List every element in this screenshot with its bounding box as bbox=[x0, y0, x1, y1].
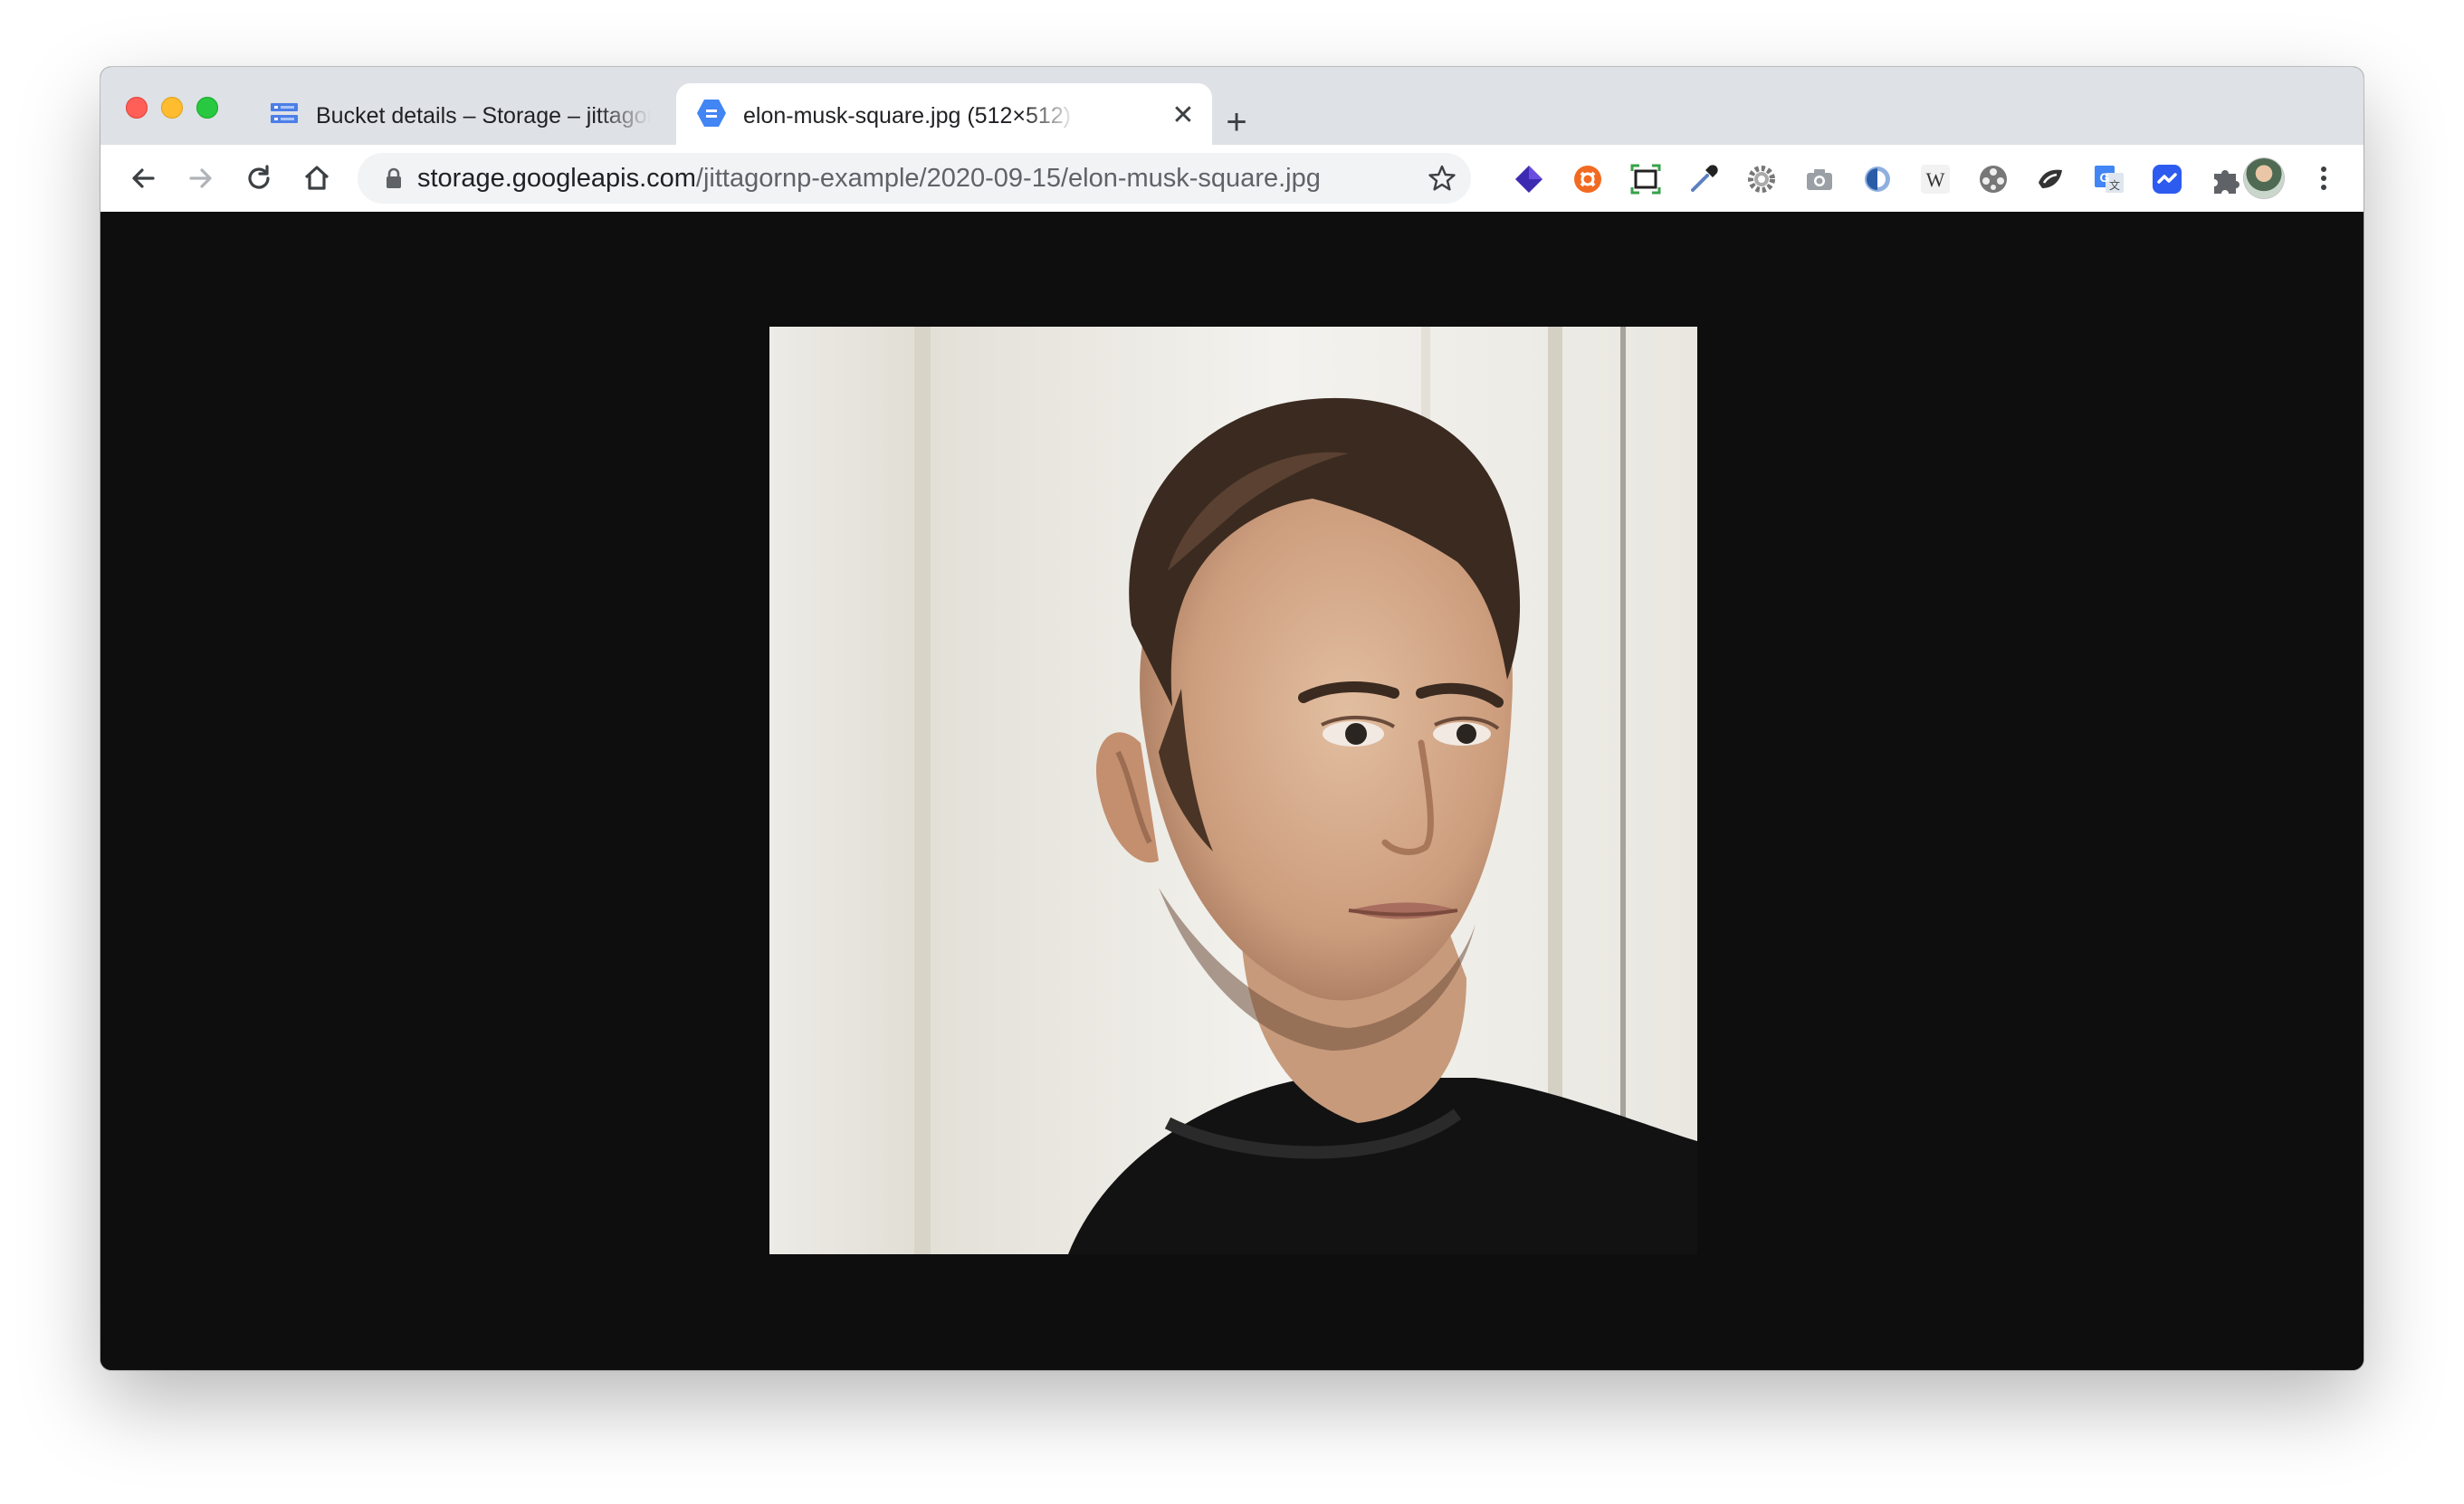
blue-ring-extension-icon[interactable] bbox=[1861, 163, 1894, 195]
window-maximize-button[interactable] bbox=[196, 97, 218, 119]
lock-icon[interactable] bbox=[383, 167, 405, 190]
window-minimize-button[interactable] bbox=[161, 97, 183, 119]
tab-title: Bucket details – Storage – jittagornp bbox=[316, 103, 651, 129]
svg-text:G: G bbox=[2100, 170, 2110, 185]
tab-elon-musk-image[interactable]: elon-musk-square.jpg (512×512) ✕ bbox=[676, 83, 1212, 145]
url-host: storage.googleapis.com bbox=[417, 164, 696, 193]
google-translate-extension-icon[interactable]: G文 bbox=[2093, 163, 2125, 195]
reload-icon[interactable] bbox=[240, 159, 278, 197]
home-icon[interactable] bbox=[298, 159, 336, 197]
puzzle-extensions-icon[interactable] bbox=[2209, 163, 2241, 195]
image-file-icon bbox=[696, 98, 727, 129]
url-path: /jittagornp-example/2020-09-15/elon-musk… bbox=[695, 164, 1321, 193]
browser-toolbar: storage.googleapis.com/jittagornp-exampl… bbox=[100, 145, 2364, 213]
cloud-storage-icon bbox=[269, 98, 300, 129]
svg-text:文: 文 bbox=[2109, 178, 2120, 192]
address-url[interactable]: storage.googleapis.com/jittagornp-exampl… bbox=[417, 164, 1321, 193]
svg-text:W: W bbox=[1926, 168, 1945, 191]
back-arrow-icon[interactable] bbox=[124, 159, 162, 197]
profile-avatar[interactable] bbox=[2244, 158, 2284, 198]
window-close-button[interactable] bbox=[126, 97, 148, 119]
forward-arrow-icon[interactable] bbox=[182, 159, 220, 197]
wikipedia-extension-icon[interactable]: W bbox=[1919, 163, 1952, 195]
film-reel-extension-icon[interactable] bbox=[1977, 163, 2010, 195]
browser-window: Bucket details – Storage – jittagornp ✕ … bbox=[100, 67, 2364, 1370]
tab-strip: Bucket details – Storage – jittagornp ✕ … bbox=[100, 67, 2364, 145]
address-bar[interactable]: storage.googleapis.com/jittagornp-exampl… bbox=[358, 153, 1471, 204]
camera-extension-icon[interactable] bbox=[1803, 163, 1836, 195]
color-picker-extension-icon[interactable] bbox=[1687, 163, 1720, 195]
blue-chat-extension-icon[interactable] bbox=[2151, 163, 2183, 195]
kebab-menu-icon[interactable] bbox=[2315, 161, 2333, 195]
tab-title: elon-musk-square.jpg (512×512) bbox=[743, 103, 1072, 129]
gear-extension-icon[interactable] bbox=[1745, 163, 1778, 195]
portrait-photo[interactable] bbox=[769, 327, 1697, 1254]
tab-close-button[interactable]: ✕ bbox=[1169, 101, 1198, 130]
star-icon[interactable] bbox=[1428, 164, 1456, 193]
image-viewer bbox=[100, 212, 2364, 1370]
sketch-extension-icon[interactable] bbox=[2035, 163, 2068, 195]
orange-circle-extension-icon[interactable] bbox=[1571, 163, 1604, 195]
screenshot-frame-extension-icon[interactable] bbox=[1629, 163, 1662, 195]
new-tab-button[interactable]: + bbox=[1216, 101, 1257, 143]
layers-extension-icon[interactable] bbox=[1513, 163, 1545, 195]
